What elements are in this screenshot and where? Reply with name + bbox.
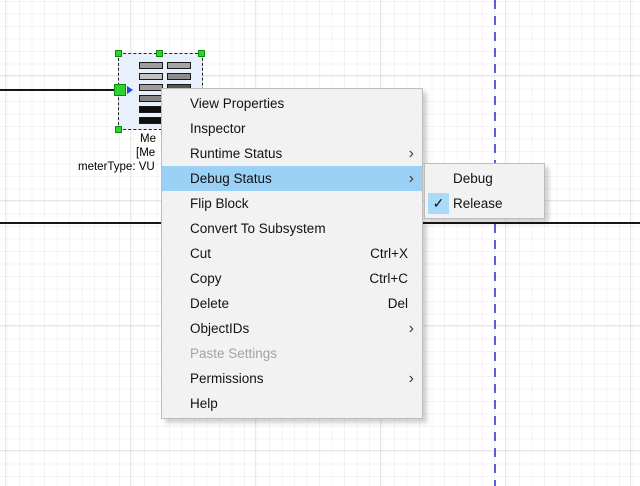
meter-bars-icon bbox=[139, 62, 163, 128]
menu-item-permissions[interactable]: Permissions › bbox=[162, 366, 422, 391]
submenu-arrow-icon: › bbox=[409, 171, 414, 187]
selection-handle[interactable] bbox=[156, 50, 163, 57]
shortcut-label: Del bbox=[388, 296, 414, 311]
checkmark-icon: ✓ bbox=[428, 193, 449, 214]
submenu-arrow-icon: › bbox=[409, 146, 414, 162]
menu-item-label: Release bbox=[453, 196, 503, 211]
debug-status-submenu: Debug ✓ Release bbox=[424, 163, 545, 219]
submenu-arrow-icon: › bbox=[409, 321, 414, 337]
block-parameter-label: meterType: VU bbox=[78, 161, 155, 175]
dashed-guide-line bbox=[494, 0, 496, 486]
menu-item-label: Permissions bbox=[190, 371, 264, 386]
menu-item-label: Flip Block bbox=[190, 196, 249, 211]
block-name-label: Me bbox=[140, 133, 156, 147]
input-port[interactable] bbox=[114, 84, 126, 96]
diagram-canvas[interactable]: Me [Me meterType: VU View Properties Ins… bbox=[0, 0, 640, 486]
menu-item-cut[interactable]: Cut Ctrl+X bbox=[162, 241, 422, 266]
menu-item-inspector[interactable]: Inspector bbox=[162, 116, 422, 141]
menu-item-label: Runtime Status bbox=[190, 146, 282, 161]
submenu-item-debug[interactable]: Debug bbox=[425, 166, 544, 191]
menu-item-copy[interactable]: Copy Ctrl+C bbox=[162, 266, 422, 291]
menu-item-label: Paste Settings bbox=[190, 346, 277, 361]
menu-item-objectids[interactable]: ObjectIDs › bbox=[162, 316, 422, 341]
context-menu: View Properties Inspector Runtime Status… bbox=[161, 88, 423, 419]
block-type-label: [Me bbox=[136, 147, 155, 161]
menu-item-label: Copy bbox=[190, 271, 222, 286]
menu-item-view-properties[interactable]: View Properties bbox=[162, 91, 422, 116]
menu-item-label: Help bbox=[190, 396, 218, 411]
menu-item-delete[interactable]: Delete Del bbox=[162, 291, 422, 316]
menu-item-convert-to-subsystem[interactable]: Convert To Subsystem bbox=[162, 216, 422, 241]
selection-handle[interactable] bbox=[198, 50, 205, 57]
submenu-arrow-icon: › bbox=[409, 371, 414, 387]
menu-item-label: Convert To Subsystem bbox=[190, 221, 326, 236]
menu-item-label: Debug Status bbox=[190, 171, 272, 186]
menu-item-label: View Properties bbox=[190, 96, 284, 111]
menu-item-help[interactable]: Help bbox=[162, 391, 422, 416]
menu-item-runtime-status[interactable]: Runtime Status › bbox=[162, 141, 422, 166]
selection-handle[interactable] bbox=[115, 50, 122, 57]
port-arrow-icon bbox=[127, 86, 133, 94]
menu-item-label: ObjectIDs bbox=[190, 321, 249, 336]
signal-wire-input[interactable] bbox=[0, 89, 117, 91]
menu-item-label: Debug bbox=[453, 171, 493, 186]
shortcut-label: Ctrl+X bbox=[370, 246, 414, 261]
menu-item-label: Cut bbox=[190, 246, 211, 261]
menu-item-label: Delete bbox=[190, 296, 229, 311]
menu-item-flip-block[interactable]: Flip Block bbox=[162, 191, 422, 216]
menu-item-label: Inspector bbox=[190, 121, 246, 136]
menu-item-debug-status[interactable]: Debug Status › bbox=[162, 166, 422, 191]
submenu-item-release[interactable]: ✓ Release bbox=[425, 191, 544, 216]
menu-item-paste-settings: Paste Settings bbox=[162, 341, 422, 366]
selection-handle[interactable] bbox=[115, 126, 122, 133]
shortcut-label: Ctrl+C bbox=[369, 271, 414, 286]
